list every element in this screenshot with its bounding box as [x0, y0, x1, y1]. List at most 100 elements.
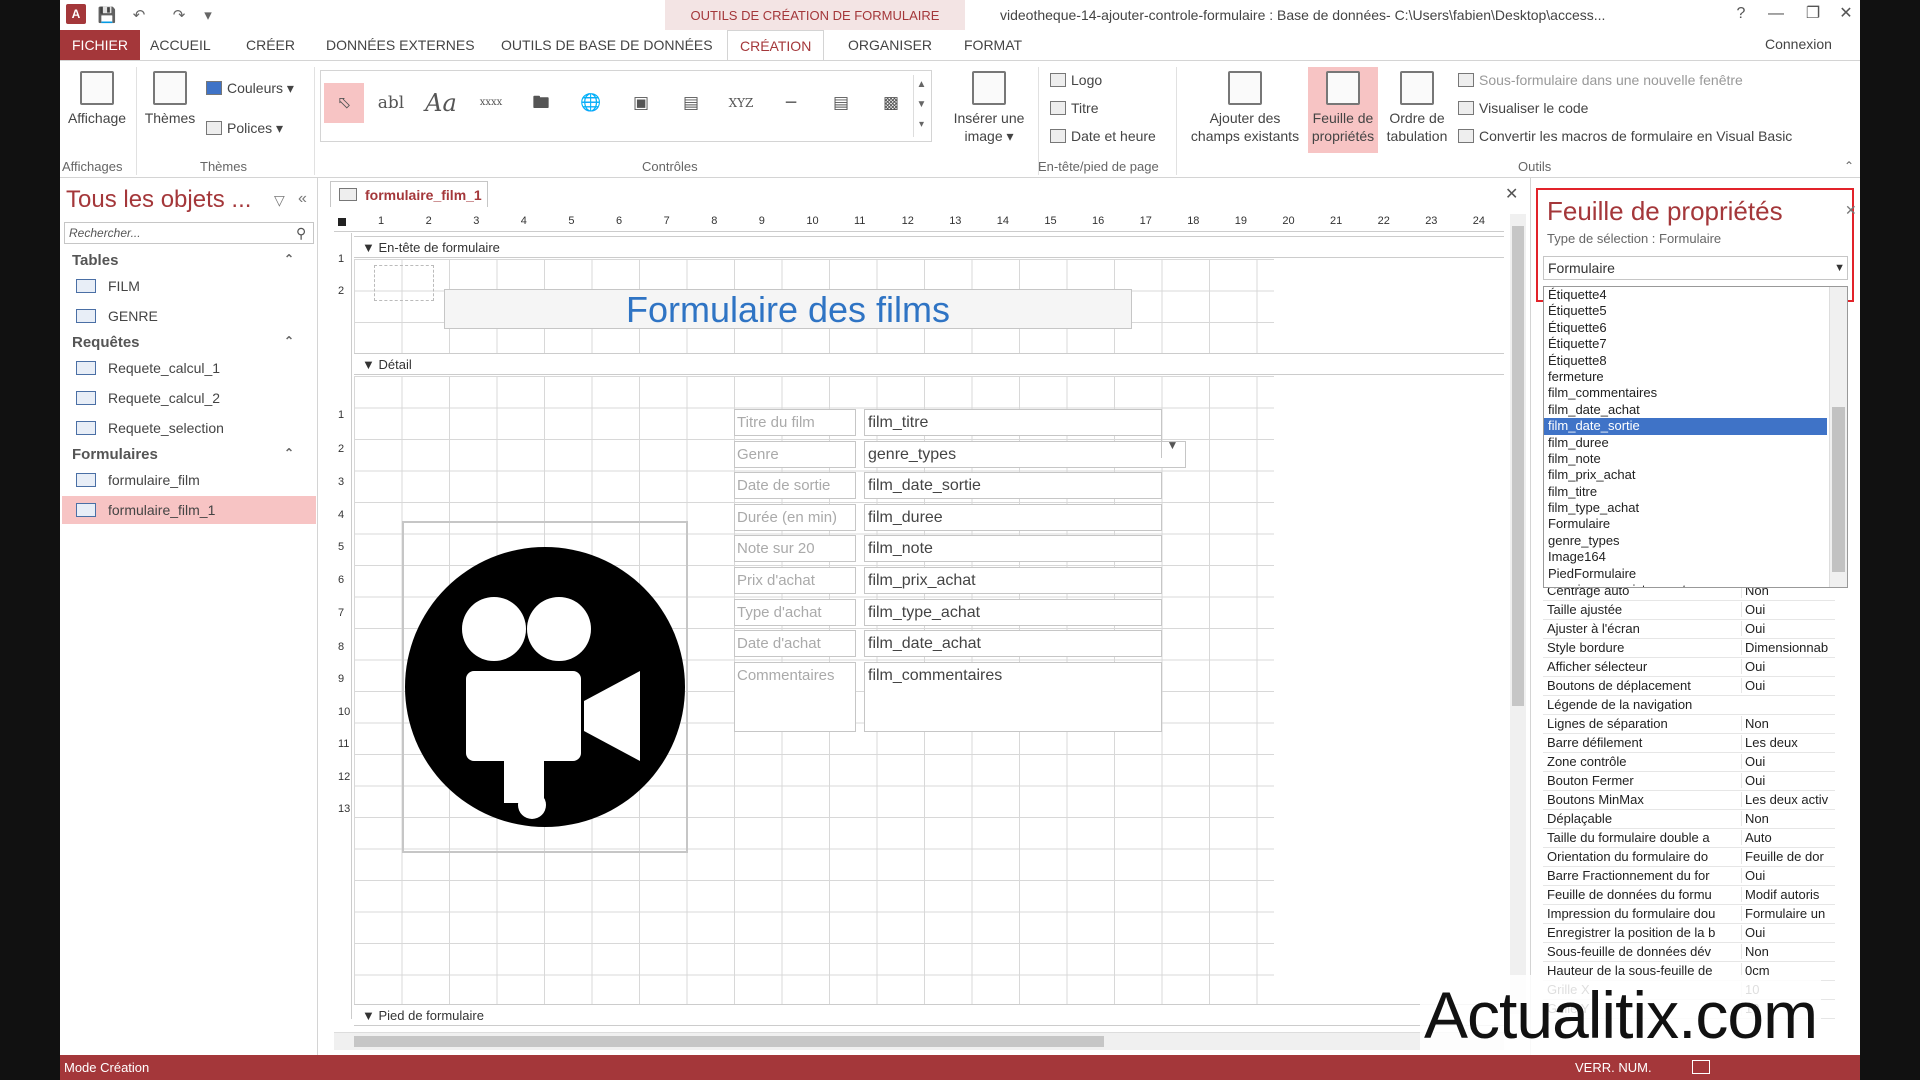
- combo-dropdown-icon[interactable]: ▼: [1161, 433, 1183, 458]
- dropdown-item[interactable]: Étiquette5: [1544, 303, 1847, 319]
- field-textbox[interactable]: film_commentaires: [864, 661, 1162, 732]
- property-row[interactable]: Légende de la navigation: [1543, 696, 1835, 715]
- section-footer-bar[interactable]: ▼ Pied de formulaire: [354, 1004, 1504, 1026]
- tab-creation[interactable]: CRÉATION: [727, 30, 825, 60]
- header-grid[interactable]: Formulaire des films: [354, 259, 1274, 353]
- design-view-icon[interactable]: [1692, 1060, 1710, 1074]
- close-document-icon[interactable]: ✕: [1505, 184, 1518, 204]
- button-control[interactable]: xxxx: [471, 83, 511, 123]
- property-value[interactable]: Dimensionnab: [1741, 640, 1835, 655]
- field-label[interactable]: Titre du film: [734, 409, 856, 436]
- dropdown-item[interactable]: film_prix_achat: [1544, 467, 1847, 483]
- property-value[interactable]: Oui: [1741, 678, 1835, 693]
- tab-accueil[interactable]: ACCUEIL: [138, 30, 223, 60]
- titre-button[interactable]: Titre: [1050, 99, 1098, 117]
- feuille-proprietes-button[interactable]: Feuille de propriétés: [1308, 67, 1378, 153]
- undo-icon[interactable]: ↶: [124, 4, 154, 26]
- tab-outils-bd[interactable]: OUTILS DE BASE DE DONNÉES: [489, 30, 725, 60]
- property-row[interactable]: Enregistrer la position de la b Oui: [1543, 924, 1835, 943]
- dropdown-scrollbar[interactable]: [1829, 287, 1847, 587]
- field-label[interactable]: Prix d'achat: [734, 567, 856, 594]
- dropdown-item[interactable]: premier_enregistrement: [1544, 582, 1847, 587]
- field-label[interactable]: Date d'achat: [734, 630, 856, 658]
- property-row[interactable]: Taille du formulaire double a Auto: [1543, 829, 1835, 848]
- property-value[interactable]: Auto: [1741, 830, 1835, 845]
- help-button[interactable]: ?: [1725, 2, 1757, 26]
- property-row[interactable]: Feuille de données du formu Modif autoris: [1543, 886, 1835, 905]
- dropdown-item[interactable]: Formulaire: [1544, 516, 1847, 532]
- property-row[interactable]: Impression du formulaire dou Formulaire u…: [1543, 905, 1835, 924]
- property-row[interactable]: Taille ajustée Oui: [1543, 601, 1835, 620]
- chart-icon[interactable]: ▩: [871, 83, 911, 123]
- object-select-combo[interactable]: Formulaire ▼: [1543, 256, 1848, 280]
- property-row[interactable]: Ajuster à l'écran Oui: [1543, 620, 1835, 639]
- nav-title[interactable]: Tous les objets ...: [66, 186, 251, 214]
- property-value[interactable]: Modif autoris: [1741, 887, 1835, 902]
- select-pointer-icon[interactable]: ⬁: [324, 83, 364, 123]
- nav-item-form[interactable]: formulaire_film: [62, 466, 316, 494]
- page-break-icon[interactable]: ─: [771, 83, 811, 123]
- field-textbox[interactable]: film_date_sortie: [864, 472, 1162, 500]
- nav-item-table[interactable]: FILM: [62, 272, 316, 300]
- nav-item-query[interactable]: Requete_calcul_2: [62, 384, 316, 412]
- scrollbar-thumb[interactable]: [1512, 226, 1524, 706]
- dropdown-item[interactable]: PiedFormulaire: [1544, 566, 1847, 582]
- close-window-button[interactable]: ✕: [1830, 2, 1862, 26]
- property-row[interactable]: Style bordure Dimensionnab: [1543, 639, 1835, 658]
- ajouter-champs-button[interactable]: Ajouter des champs existants: [1188, 71, 1302, 145]
- nav-menu-chevron-icon[interactable]: ▽: [274, 192, 285, 209]
- gallery-scroll[interactable]: ▲ ▼ ▾: [913, 75, 929, 137]
- horizontal-scrollbar[interactable]: [334, 1032, 1504, 1050]
- section-detail-bar[interactable]: ▼ Détail: [354, 353, 1504, 375]
- property-row[interactable]: Boutons MinMax Les deux activ: [1543, 791, 1835, 810]
- property-row[interactable]: Orientation du formulaire do Feuille de d…: [1543, 848, 1835, 867]
- ordre-tabulation-button[interactable]: Ordre de tabulation: [1382, 71, 1452, 145]
- field-label[interactable]: Durée (en min): [734, 503, 856, 531]
- property-value[interactable]: Feuille de dor: [1741, 849, 1835, 864]
- field-textbox[interactable]: genre_types: [864, 440, 1186, 468]
- property-value[interactable]: Oui: [1741, 621, 1835, 636]
- date-heure-button[interactable]: Date et heure: [1050, 127, 1156, 145]
- nav-item-query[interactable]: Requete_selection: [62, 414, 316, 442]
- couleurs-button[interactable]: Couleurs ▾: [206, 79, 294, 97]
- document-tab[interactable]: formulaire_film_1: [330, 181, 488, 207]
- connexion-link[interactable]: Connexion: [1765, 36, 1832, 52]
- form-title[interactable]: Formulaire des films: [444, 289, 1132, 330]
- property-row[interactable]: Lignes de séparation Non: [1543, 715, 1835, 734]
- nav-group-tables[interactable]: Tables ⌃: [72, 252, 312, 269]
- web-browser-icon[interactable]: ▣: [621, 83, 661, 123]
- collapse-pane-icon[interactable]: «: [298, 190, 307, 208]
- nav-search-input[interactable]: Rechercher...: [64, 222, 314, 244]
- field-label[interactable]: Type d'achat: [734, 598, 856, 626]
- dropdown-item[interactable]: film_date_achat: [1544, 402, 1847, 418]
- dropdown-item[interactable]: film_commentaires: [1544, 385, 1847, 401]
- image-control[interactable]: [402, 521, 688, 853]
- property-value[interactable]: Oui: [1741, 868, 1835, 883]
- property-value[interactable]: Oui: [1741, 602, 1835, 617]
- property-row[interactable]: Zone contrôle Oui: [1543, 753, 1835, 772]
- tab-control-icon[interactable]: 🖿: [521, 83, 561, 123]
- logo-button[interactable]: Logo: [1050, 71, 1102, 89]
- dropdown-item[interactable]: Étiquette7: [1544, 336, 1847, 352]
- close-property-sheet-icon[interactable]: ✕: [1845, 202, 1857, 219]
- inserer-image-button[interactable]: Insérer une image ▾: [948, 71, 1030, 145]
- dropdown-item[interactable]: Étiquette4: [1544, 287, 1847, 303]
- property-value[interactable]: Les deux: [1741, 735, 1835, 750]
- property-row[interactable]: Barre défilement Les deux: [1543, 734, 1835, 753]
- field-textbox[interactable]: film_note: [864, 535, 1162, 563]
- field-textbox[interactable]: film_type_achat: [864, 598, 1162, 626]
- convertir-macros-button[interactable]: Convertir les macros de formulaire en Vi…: [1458, 127, 1792, 145]
- scrollbar-thumb[interactable]: [1832, 407, 1845, 572]
- property-value[interactable]: Non: [1741, 811, 1835, 826]
- dropdown-item[interactable]: genre_types: [1544, 533, 1847, 549]
- dropdown-item[interactable]: film_type_achat: [1544, 500, 1847, 516]
- dropdown-item[interactable]: film_titre: [1544, 484, 1847, 500]
- property-row[interactable]: Sous-feuille de données dév Non: [1543, 943, 1835, 962]
- property-row[interactable]: Afficher sélecteur Oui: [1543, 658, 1835, 677]
- redo-icon[interactable]: ↷: [164, 4, 194, 26]
- field-label[interactable]: Date de sortie: [734, 472, 856, 500]
- hyperlink-icon[interactable]: 🌐: [571, 83, 611, 123]
- property-value[interactable]: Oui: [1741, 754, 1835, 769]
- dropdown-item[interactable]: film_duree: [1544, 435, 1847, 451]
- sous-formulaire-button[interactable]: Sous-formulaire dans une nouvelle fenêtr…: [1458, 71, 1743, 89]
